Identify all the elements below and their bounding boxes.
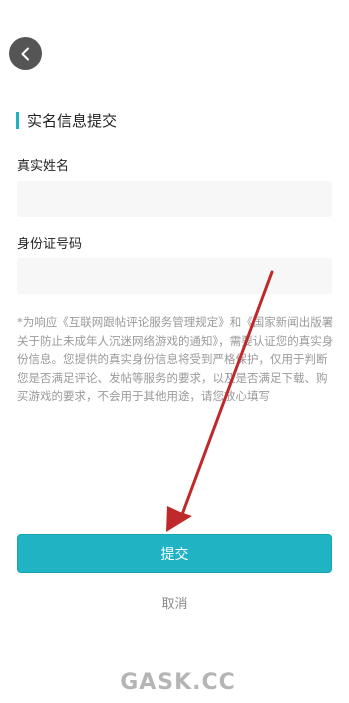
watermark-logo: GASK.CC <box>120 669 236 695</box>
submit-button[interactable]: 提交 <box>17 534 332 573</box>
section-accent-bar <box>16 111 19 129</box>
privacy-notice: *为响应《互联网跟帖评论服务管理规定》和《国家新闻出版署关于防止未成年人沉迷网络… <box>17 315 334 404</box>
section-title-text: 实名信息提交 <box>27 111 118 130</box>
cancel-button[interactable]: 取消 <box>0 593 349 612</box>
name-label: 真实姓名 <box>17 159 70 174</box>
chevron-left-icon <box>21 47 29 60</box>
name-input[interactable] <box>17 181 332 217</box>
id-number-input[interactable] <box>17 258 332 294</box>
back-button[interactable] <box>9 37 42 70</box>
section-title: 实名信息提交 <box>16 110 117 130</box>
id-number-label: 身份证号码 <box>17 237 83 252</box>
